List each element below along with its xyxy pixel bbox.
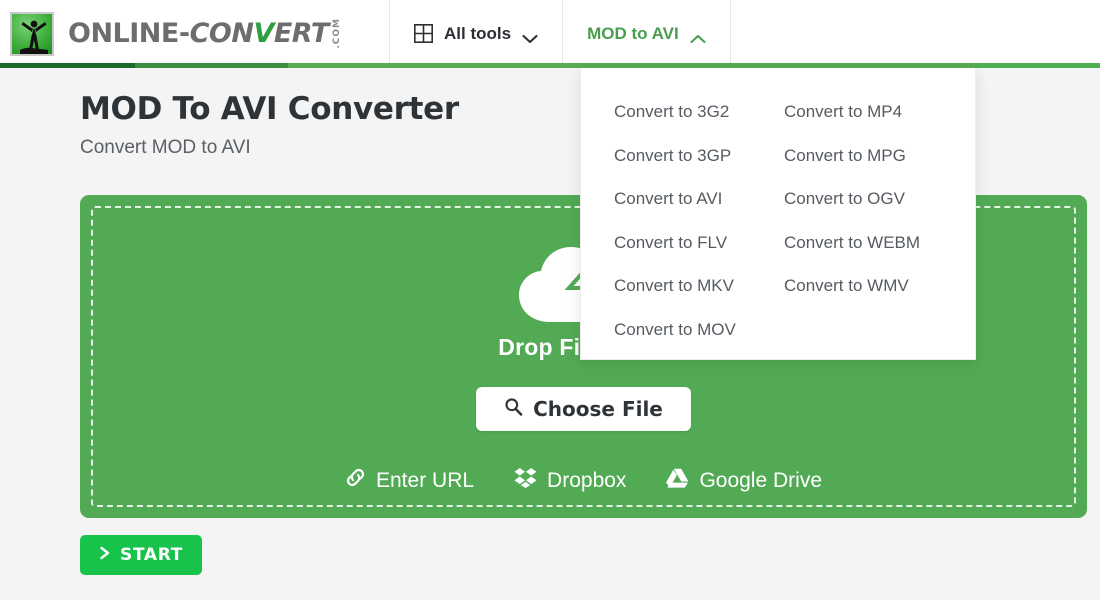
google-drive-icon: [666, 468, 689, 494]
enter-url-label: Enter URL: [376, 469, 474, 493]
logo-text-online: ONLINE: [68, 18, 179, 49]
choose-file-label: Choose File: [533, 397, 663, 421]
logo-text-ert: ERT: [274, 18, 329, 49]
link-icon: [345, 467, 366, 494]
menu-item-convert-wmv[interactable]: Convert to WMV: [784, 264, 951, 308]
chevron-down-icon: [522, 29, 538, 39]
menu-item-convert-avi[interactable]: Convert to AVI: [614, 177, 751, 221]
nav-mod-to-avi[interactable]: MOD to AVI: [563, 0, 731, 67]
menu-item-convert-mpg[interactable]: Convert to MPG: [784, 134, 951, 178]
logo-text-v: V: [253, 18, 273, 49]
page-subtitle: Convert MOD to AVI: [80, 137, 251, 159]
chevron-up-icon: [690, 29, 706, 39]
dropbox-link[interactable]: Dropbox: [514, 467, 626, 494]
google-drive-link[interactable]: Google Drive: [666, 468, 822, 494]
nav-all-tools[interactable]: All tools: [390, 0, 563, 67]
site-header: ONLINE-CONVERT.COM All tools MOD to AVI: [0, 0, 1100, 67]
search-icon: [504, 397, 523, 421]
logo-wordmark: ONLINE-CONVERT.COM: [68, 18, 342, 49]
dropbox-label: Dropbox: [547, 469, 626, 493]
enter-url-link[interactable]: Enter URL: [345, 467, 474, 494]
start-button-label: START: [120, 545, 183, 565]
logo-text-con: CON: [190, 18, 254, 49]
menu-item-convert-ogv[interactable]: Convert to OGV: [784, 177, 951, 221]
logo-block[interactable]: ONLINE-CONVERT.COM: [0, 0, 390, 67]
logo-text-dash: -: [179, 18, 190, 49]
nav-all-tools-label: All tools: [444, 24, 511, 44]
nav-empty-area: [731, 0, 1100, 67]
google-drive-label: Google Drive: [699, 469, 822, 493]
page-root: ONLINE-CONVERT.COM All tools MOD to AVI: [0, 0, 1100, 600]
choose-file-button[interactable]: Choose File: [476, 387, 691, 431]
menu-item-convert-3g2[interactable]: Convert to 3G2: [614, 90, 751, 134]
page-title: MOD To AVI Converter: [80, 91, 459, 127]
logo-text-tld: .COM: [332, 18, 342, 49]
dropdown-left-column: Convert to 3G2 Convert to 3GP Convert to…: [581, 90, 751, 351]
start-button[interactable]: START: [80, 535, 202, 575]
dropdown-columns: Convert to 3G2 Convert to 3GP Convert to…: [581, 90, 975, 351]
menu-item-convert-flv[interactable]: Convert to FLV: [614, 221, 751, 265]
person-raising-arms-icon: [10, 12, 54, 56]
menu-item-convert-mp4[interactable]: Convert to MP4: [784, 90, 951, 134]
dropbox-icon: [514, 467, 537, 494]
menu-item-convert-3gp[interactable]: Convert to 3GP: [614, 134, 751, 178]
mod-to-avi-dropdown-menu: Convert to 3G2 Convert to 3GP Convert to…: [580, 68, 976, 360]
menu-item-convert-webm[interactable]: Convert to WEBM: [784, 221, 951, 265]
menu-item-convert-mov[interactable]: Convert to MOV: [614, 308, 751, 352]
dropdown-right-column: Convert to MP4 Convert to MPG Convert to…: [751, 90, 951, 351]
menu-item-convert-mkv[interactable]: Convert to MKV: [614, 264, 751, 308]
grid-icon: [414, 24, 433, 43]
nav-mod-to-avi-label: MOD to AVI: [587, 24, 679, 44]
file-source-links: Enter URL Dropbox: [345, 467, 822, 494]
chevron-right-icon: [99, 545, 111, 565]
